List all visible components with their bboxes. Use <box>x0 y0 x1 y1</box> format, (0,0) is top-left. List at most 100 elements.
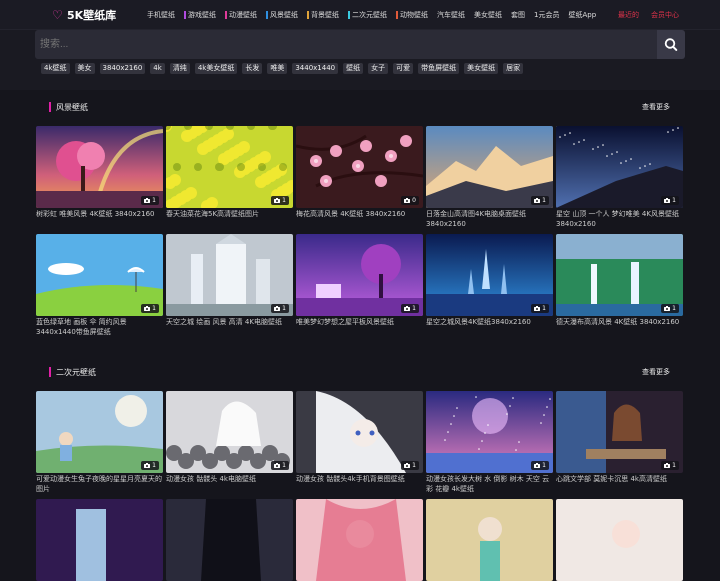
wallpaper-caption[interactable]: 星空之城风景4K壁纸3840x2160 <box>426 318 553 328</box>
image-count-badge: 1 <box>661 196 679 205</box>
nav-item-3[interactable]: 风景壁纸 <box>266 10 298 20</box>
camera-icon <box>404 198 411 203</box>
nav-color-marker <box>225 11 227 19</box>
wallpaper-caption[interactable]: 星空 山顶 一个人 梦幻唯美 4K风景壁纸3840x2160 <box>556 210 683 229</box>
camera-icon <box>664 306 671 311</box>
nav-item-1[interactable]: 游戏壁纸 <box>184 10 216 20</box>
wallpaper-thumbnail[interactable]: 1 <box>36 391 163 473</box>
image-count-badge: 1 <box>141 304 159 313</box>
tag-0[interactable]: 4k壁纸 <box>41 63 70 74</box>
wallpaper-thumbnail[interactable]: 1 <box>556 234 683 316</box>
image-count-badge: 1 <box>531 196 549 205</box>
nav-item-0[interactable]: 手机壁纸 <box>147 10 175 20</box>
image-count-badge: 1 <box>531 461 549 470</box>
wallpaper-caption[interactable]: 树彩虹 唯美风景 4K壁纸 3840x2160 <box>36 210 163 220</box>
wallpaper-thumbnail[interactable] <box>166 499 293 581</box>
wallpaper-caption[interactable]: 春天油菜花海5K高清壁纸图片 <box>166 210 293 220</box>
wallpaper-caption[interactable]: 动漫女孩 骷髅头4k手机背景图壁纸 <box>296 475 423 485</box>
wallpaper-thumbnail[interactable]: 1 <box>556 126 683 208</box>
wallpaper-thumbnail[interactable]: 1 <box>36 126 163 208</box>
tag-12[interactable]: 带鱼屏壁纸 <box>418 63 460 74</box>
nav-item-5[interactable]: 二次元壁纸 <box>348 10 387 20</box>
wallpaper-thumbnail[interactable] <box>556 499 683 581</box>
wallpaper-thumbnail[interactable]: 1 <box>166 234 293 316</box>
section-title: 二次元壁纸 <box>56 368 96 377</box>
tag-5[interactable]: 4k美女壁纸 <box>194 63 238 74</box>
section-marker <box>49 367 51 377</box>
camera-icon <box>144 306 151 311</box>
recent-link[interactable]: 最近的 <box>618 10 639 20</box>
wallpaper-thumbnail[interactable]: 1 <box>426 234 553 316</box>
tag-3[interactable]: 4k <box>150 63 165 74</box>
tag-10[interactable]: 女子 <box>368 63 389 74</box>
site-logo[interactable]: ♡ 5K壁纸库 <box>52 7 116 23</box>
image-count: 1 <box>542 305 546 312</box>
nav-item-10[interactable]: 1元会员 <box>534 10 559 20</box>
wallpaper-caption[interactable]: 动漫女孩 骷髅头 4k电脑壁纸 <box>166 475 293 485</box>
view-more-link[interactable]: 查看更多 <box>642 367 670 377</box>
tag-4[interactable]: 清纯 <box>169 63 190 74</box>
wallpaper-caption[interactable]: 德天瀑布高清风景 4K壁纸 3840x2160 <box>556 318 683 328</box>
nav-item-9[interactable]: 套图 <box>511 10 525 20</box>
nav-item-7[interactable]: 汽车壁纸 <box>437 10 465 20</box>
wallpaper-caption[interactable]: 日落金山高清图4K电脑桌面壁纸3840x2160 <box>426 210 553 229</box>
nav-item-label: 游戏壁纸 <box>188 11 216 19</box>
nav-item-label: 美女壁纸 <box>474 11 502 19</box>
image-count-badge: 1 <box>141 461 159 470</box>
tag-14[interactable]: 居家 <box>503 63 524 74</box>
tag-9[interactable]: 壁纸 <box>343 63 364 74</box>
section-header: 风景壁纸 查看更多 <box>35 99 685 115</box>
wallpaper-caption[interactable]: 动漫女孩长发大树 水 倒影 树木 天空 云彩 花瓣 4k壁纸 <box>426 475 553 494</box>
wallpaper-thumbnail[interactable] <box>296 499 423 581</box>
camera-icon <box>404 306 411 311</box>
image-count-badge: 1 <box>271 304 289 313</box>
tag-11[interactable]: 可爱 <box>393 63 414 74</box>
section-title: 风景壁纸 <box>56 103 88 112</box>
wallpaper-thumbnail[interactable]: 1 <box>556 391 683 473</box>
tag-13[interactable]: 美女壁纸 <box>464 63 499 74</box>
wallpaper-caption[interactable]: 梅花高清风景 4K壁纸 3840x2160 <box>296 210 423 220</box>
nav-item-label: 1元会员 <box>534 11 560 19</box>
tag-2[interactable]: 3840x2160 <box>99 63 146 74</box>
nav-color-marker <box>184 11 186 19</box>
image-count: 1 <box>282 305 286 312</box>
wallpaper-thumbnail[interactable] <box>36 499 163 581</box>
nav-item-2[interactable]: 动漫壁纸 <box>225 10 257 20</box>
wallpaper-thumbnail[interactable]: 0 <box>296 126 423 208</box>
nav-color-marker <box>348 11 350 19</box>
wallpaper-thumbnail[interactable]: 1 <box>296 234 423 316</box>
wallpaper-caption[interactable]: 心跳文学部 莫妮卡沉思 4k高清壁纸 <box>556 475 683 485</box>
camera-icon <box>534 463 541 468</box>
nav-item-8[interactable]: 美女壁纸 <box>474 10 502 20</box>
tag-6[interactable]: 长发 <box>242 63 263 74</box>
wallpaper-thumbnail[interactable] <box>426 499 553 581</box>
view-more-link[interactable]: 查看更多 <box>642 102 670 112</box>
nav-item-label: 壁纸App <box>568 11 597 19</box>
main-nav: 手机壁纸 游戏壁纸 动漫壁纸 风景壁纸 背景壁纸 二次元壁纸 动物壁纸 汽车壁纸 美女壁纸 套图 1… <box>147 10 605 20</box>
wallpaper-thumbnail[interactable]: 1 <box>36 234 163 316</box>
image-count: 1 <box>542 197 546 204</box>
tag-7[interactable]: 唯美 <box>267 63 288 74</box>
wallpaper-caption[interactable]: 天空之城 绘画 风景 高清 4K电脑壁纸 <box>166 318 293 328</box>
wallpaper-caption[interactable]: 蓝色绿草地 画板 伞 简约风景3440x1440带鱼屏壁纸 <box>36 318 163 337</box>
nav-item-4[interactable]: 背景壁纸 <box>307 10 339 20</box>
nav-item-6[interactable]: 动物壁纸 <box>396 10 428 20</box>
image-count: 1 <box>672 305 676 312</box>
tag-8[interactable]: 3440x1440 <box>292 63 339 74</box>
wallpaper-thumbnail[interactable]: 1 <box>426 126 553 208</box>
nav-item-11[interactable]: 壁纸App <box>568 10 596 20</box>
image-count: 1 <box>412 305 416 312</box>
tag-1[interactable]: 美女 <box>74 63 95 74</box>
wallpaper-caption[interactable]: 唯美梦幻梦想之屋平板风景壁纸 <box>296 318 423 328</box>
hot-tags: 4k壁纸 美女 3840x2160 4k 清纯 4k美女壁纸 长发 唯美 3440x1440 壁纸… <box>41 63 524 74</box>
search-button[interactable] <box>657 30 685 59</box>
search-input[interactable] <box>35 30 657 59</box>
camera-icon <box>144 463 151 468</box>
image-count: 1 <box>412 462 416 469</box>
wallpaper-caption[interactable]: 可爱动漫女生兔子夜晚的星星月亮夏天的图片 <box>36 475 163 494</box>
wallpaper-thumbnail[interactable]: 1 <box>426 391 553 473</box>
wallpaper-thumbnail[interactable]: 1 <box>296 391 423 473</box>
wallpaper-thumbnail[interactable]: 1 <box>166 391 293 473</box>
member-center-link[interactable]: 会员中心 <box>651 10 679 20</box>
wallpaper-thumbnail[interactable]: 1 <box>166 126 293 208</box>
